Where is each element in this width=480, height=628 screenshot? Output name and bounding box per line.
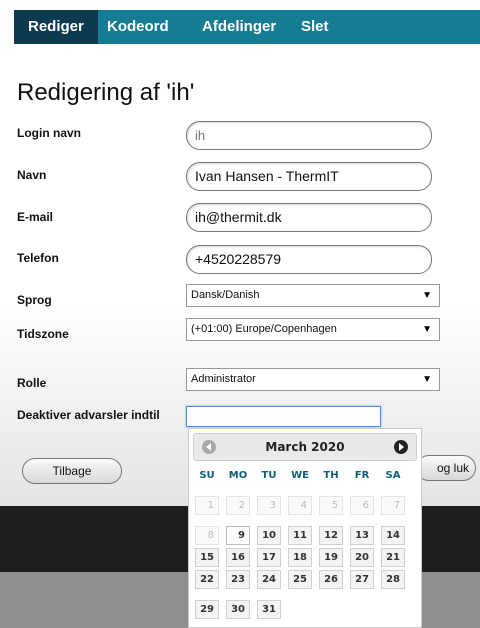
dropdown-arrow-icon: ▼	[422, 290, 432, 301]
weekday-header: FR	[354, 470, 370, 481]
page-title: Redigering af 'ih'	[17, 79, 195, 106]
calendar-day: 3	[257, 496, 281, 515]
weekday-header: TH	[323, 470, 339, 481]
name-label: Navn	[17, 168, 47, 182]
tab-slet[interactable]: Slet	[301, 10, 329, 44]
weekday-header: TU	[261, 470, 277, 481]
calendar-day[interactable]: 22	[195, 570, 219, 589]
calendar-day[interactable]: 28	[381, 570, 405, 589]
phone-label: Telefon	[17, 251, 59, 265]
calendar-day[interactable]: 13	[350, 526, 374, 545]
timezone-select-value: (+01:00) Europe/Copenhagen	[191, 323, 337, 335]
calendar-day: 1	[195, 496, 219, 515]
calendar-day: 7	[381, 496, 405, 515]
tab-kodeord[interactable]: Kodeord	[107, 10, 169, 44]
weekday-header: SU	[199, 470, 215, 481]
calendar-day: 4	[288, 496, 312, 515]
name-field[interactable]: Ivan Hansen - ThermIT	[186, 162, 432, 191]
calendar-day[interactable]: 25	[288, 570, 312, 589]
calendar-day[interactable]: 14	[381, 526, 405, 545]
back-button[interactable]: Tilbage	[22, 458, 122, 484]
calendar-day[interactable]: 23	[226, 570, 250, 589]
calendar-day[interactable]: 19	[319, 548, 343, 567]
timezone-select[interactable]: (+01:00) Europe/Copenhagen ▼	[186, 318, 440, 341]
calendar-day[interactable]: 31	[257, 600, 281, 619]
calendar-day[interactable]: 29	[195, 600, 219, 619]
save-and-close-button[interactable]: og luk	[416, 455, 476, 481]
role-label: Rolle	[17, 376, 47, 390]
calendar-day[interactable]: 20	[350, 548, 374, 567]
language-select[interactable]: Dansk/Danish ▼	[186, 284, 440, 307]
language-select-value: Dansk/Danish	[191, 289, 260, 301]
calendar-day[interactable]: 10	[257, 526, 281, 545]
calendar-day[interactable]: 15	[195, 548, 219, 567]
calendar-day[interactable]: 12	[319, 526, 343, 545]
email-label: E-mail	[17, 210, 54, 224]
login-label: Login navn	[17, 126, 81, 140]
calendar-day[interactable]: 18	[288, 548, 312, 567]
calendar-day[interactable]: 16	[226, 548, 250, 567]
language-label: Sprog	[17, 293, 52, 307]
calendar-day: 5	[319, 496, 343, 515]
weekday-header: SA	[385, 470, 401, 481]
calendar-day[interactable]: 24	[257, 570, 281, 589]
dropdown-arrow-icon: ▼	[422, 324, 432, 335]
tab-afdelinger[interactable]: Afdelinger	[202, 10, 276, 44]
disable-alerts-label: Deaktiver advarsler indtil	[17, 408, 160, 422]
phone-field[interactable]: +4520228579	[186, 245, 432, 274]
role-select[interactable]: Administrator ▼	[186, 368, 440, 391]
timezone-label: Tidszone	[17, 327, 69, 341]
datepicker-header: March 2020	[193, 433, 417, 461]
next-month-icon[interactable]	[394, 440, 408, 454]
weekday-header: WE	[291, 470, 309, 481]
login-field[interactable]: ih	[186, 121, 432, 150]
calendar-day: 2	[226, 496, 250, 515]
calendar-day[interactable]: 27	[350, 570, 374, 589]
calendar-day[interactable]: 9	[226, 526, 250, 545]
calendar-day: 8	[195, 526, 219, 545]
dropdown-arrow-icon: ▼	[422, 374, 432, 385]
datepicker: March 2020 SU MO TU WE TH FR SA 1 2 3 4 5 6 7 8 9 10 11 12…	[188, 428, 422, 628]
datepicker-month-title: March 2020	[265, 440, 345, 454]
calendar-day[interactable]: 17	[257, 548, 281, 567]
calendar-day[interactable]: 11	[288, 526, 312, 545]
tab-bar: Rediger Kodeord Afdelinger Slet	[14, 10, 480, 44]
calendar-day[interactable]: 30	[226, 600, 250, 619]
role-select-value: Administrator	[191, 373, 256, 385]
calendar-day[interactable]: 21	[381, 548, 405, 567]
tab-rediger[interactable]: Rediger	[14, 10, 98, 44]
calendar-day[interactable]: 26	[319, 570, 343, 589]
disable-alerts-date-input[interactable]	[186, 406, 381, 427]
weekday-header: MO	[228, 470, 248, 481]
calendar-day: 6	[350, 496, 374, 515]
email-field[interactable]: ih@thermit.dk	[186, 203, 432, 232]
